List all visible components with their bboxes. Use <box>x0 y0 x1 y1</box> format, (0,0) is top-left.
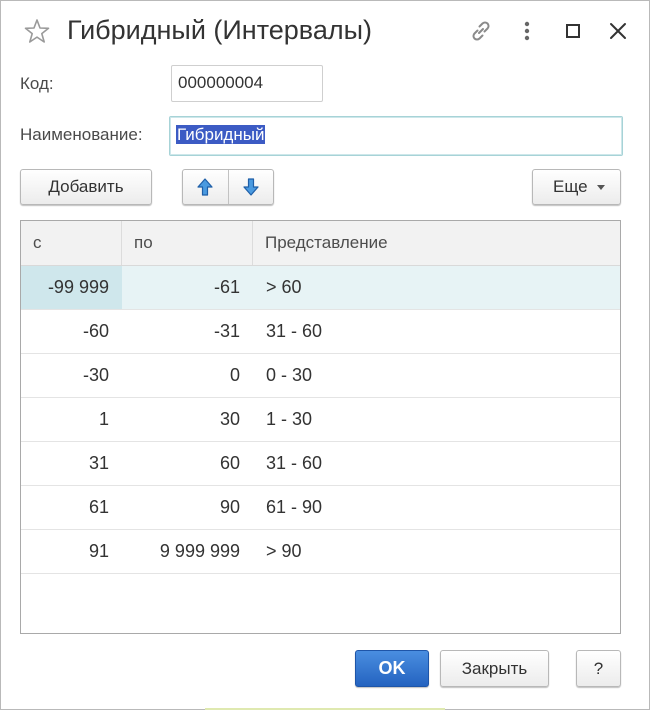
cell-to[interactable]: -31 <box>122 310 253 353</box>
more-button-label: Еще <box>553 177 588 196</box>
cell-from[interactable]: 1 <box>21 398 122 441</box>
table-row[interactable]: -30 0 0 - 30 <box>21 354 620 398</box>
arrow-up-icon <box>197 178 213 196</box>
ok-button[interactable]: OK <box>355 650 429 687</box>
dialog-window: Гибридный (Интервалы) Код: 000000004 Наи… <box>0 0 650 710</box>
cell-to[interactable]: 60 <box>122 442 253 485</box>
table-row[interactable]: -99 999 -61 > 60 <box>21 266 620 310</box>
maximize-icon[interactable] <box>559 17 587 45</box>
table-row[interactable]: 31 60 31 - 60 <box>21 442 620 486</box>
cell-representation[interactable]: > 60 <box>253 266 620 309</box>
cell-representation[interactable]: 31 - 60 <box>253 310 620 353</box>
column-header-representation[interactable]: Представление <box>253 221 620 265</box>
cell-representation[interactable]: 61 - 90 <box>253 486 620 529</box>
cell-from[interactable]: -60 <box>21 310 122 353</box>
link-icon[interactable] <box>467 17 495 45</box>
cell-from[interactable]: -30 <box>21 354 122 397</box>
table-row[interactable]: 61 90 61 - 90 <box>21 486 620 530</box>
code-label: Код: <box>20 74 54 93</box>
cell-to[interactable]: 90 <box>122 486 253 529</box>
cell-from[interactable]: 31 <box>21 442 122 485</box>
cell-from[interactable]: 61 <box>21 486 122 529</box>
cell-to[interactable]: -61 <box>122 266 253 309</box>
help-button[interactable]: ? <box>576 650 621 687</box>
cell-to[interactable]: 9 999 999 <box>122 530 253 573</box>
intervals-table: с по Представление -99 999 -61 > 60 -60 … <box>20 220 621 634</box>
close-button[interactable]: Закрыть <box>440 650 549 687</box>
cell-representation[interactable]: > 90 <box>253 530 620 573</box>
cell-representation[interactable]: 0 - 30 <box>253 354 620 397</box>
arrow-down-icon <box>243 178 259 196</box>
cell-representation[interactable]: 1 - 30 <box>253 398 620 441</box>
cell-from[interactable]: -99 999 <box>21 266 122 309</box>
move-up-button[interactable] <box>183 170 228 204</box>
cell-to[interactable]: 30 <box>122 398 253 441</box>
cell-representation[interactable]: 31 - 60 <box>253 442 620 485</box>
window-title: Гибридный (Интервалы) <box>67 15 373 45</box>
name-label: Наименование: <box>20 125 143 144</box>
code-field[interactable]: 000000004 <box>171 65 323 102</box>
table-row[interactable]: 1 30 1 - 30 <box>21 398 620 442</box>
name-field[interactable]: Гибридный <box>169 116 623 156</box>
move-buttons <box>182 169 274 205</box>
move-down-button[interactable] <box>227 170 274 204</box>
more-vertical-icon[interactable] <box>513 17 541 45</box>
column-header-to[interactable]: по <box>122 221 253 265</box>
star-icon[interactable] <box>23 17 51 45</box>
more-button[interactable]: Еще <box>532 169 621 205</box>
cell-to[interactable]: 0 <box>122 354 253 397</box>
name-field-value: Гибридный <box>176 125 266 144</box>
table-row[interactable]: 91 9 999 999 > 90 <box>21 530 620 574</box>
table-row[interactable]: -60 -31 31 - 60 <box>21 310 620 354</box>
title-bar: Гибридный (Интервалы) <box>1 1 649 63</box>
column-header-from[interactable]: с <box>21 221 122 265</box>
cell-from[interactable]: 91 <box>21 530 122 573</box>
add-button[interactable]: Добавить <box>20 169 152 205</box>
table-header: с по Представление <box>21 221 620 266</box>
close-icon[interactable] <box>604 17 632 45</box>
caret-down-icon <box>596 184 605 190</box>
